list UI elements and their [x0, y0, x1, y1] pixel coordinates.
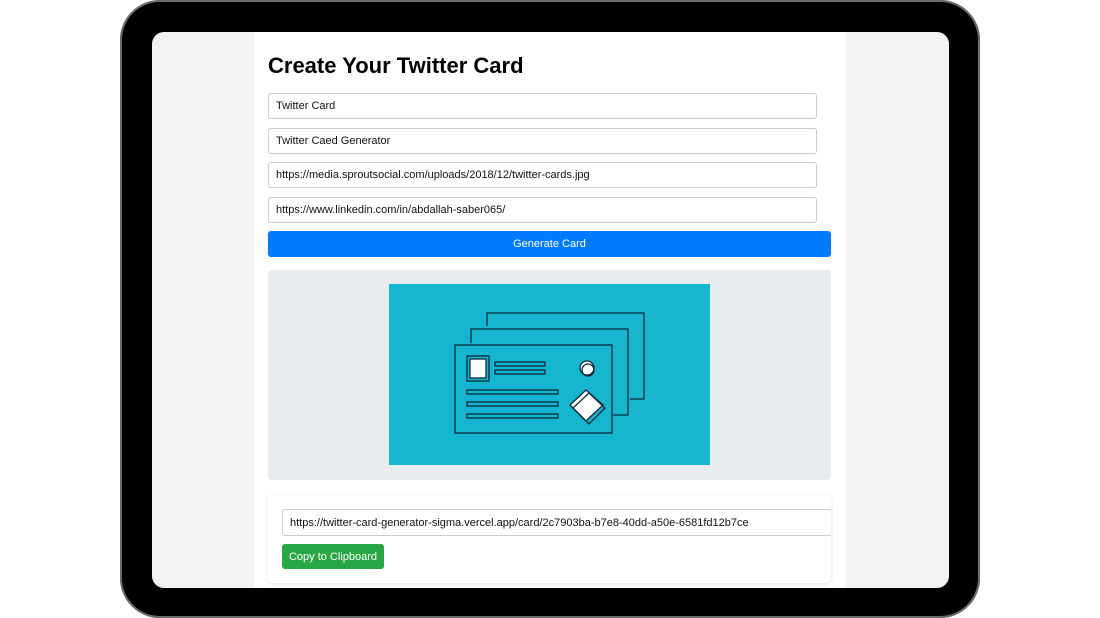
generate-card-button[interactable]: Generate Card [268, 231, 831, 257]
copy-to-clipboard-button[interactable]: Copy to Clipboard [282, 544, 384, 569]
card-description-input[interactable] [268, 128, 817, 154]
tablet-screen: Create Your Twitter Card Generate Card [152, 32, 949, 588]
card-preview-image [389, 284, 710, 465]
image-url-input[interactable] [268, 162, 817, 188]
card-stack-illustration-icon [454, 312, 645, 434]
card-preview [268, 270, 831, 480]
generated-link-panel: Copy to Clipboard [268, 495, 831, 583]
generated-card-url-field[interactable] [282, 509, 831, 536]
link-url-input[interactable] [268, 197, 817, 223]
card-title-input[interactable] [268, 93, 817, 119]
generator-container: Create Your Twitter Card Generate Card [254, 32, 845, 588]
page-title: Create Your Twitter Card [268, 53, 524, 78]
